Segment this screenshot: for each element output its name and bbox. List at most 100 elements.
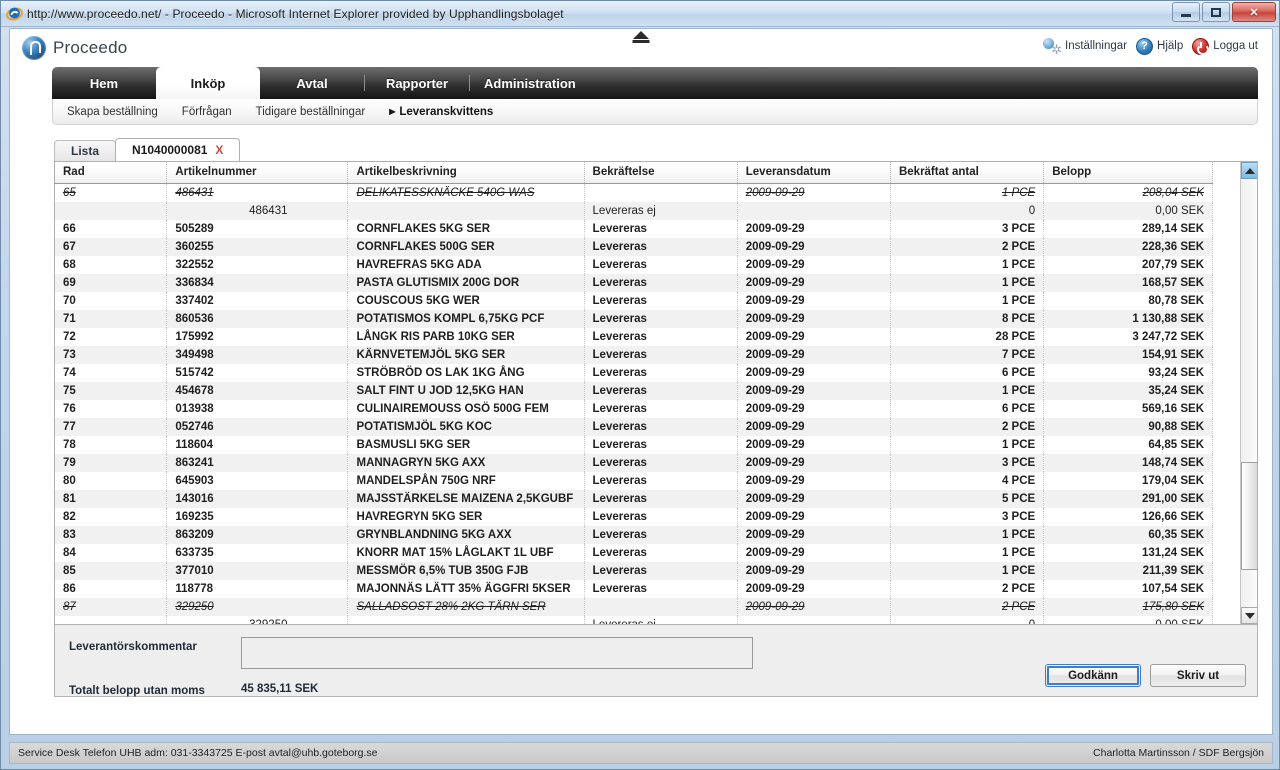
cell-bekraftelse: Levereras: [584, 291, 738, 310]
minimize-button[interactable]: [1172, 2, 1200, 22]
settings-link[interactable]: Inställningar: [1043, 37, 1127, 58]
col-header-bekraftat-antal[interactable]: Bekräftat antal: [890, 162, 1045, 184]
table-row[interactable]: 67 360255 CORNFLAKES 500G SER Levereras 2009…: [55, 237, 1213, 256]
table-row[interactable]: 87 329250 SALLADSOST 28% 2KG TÄRN SER 2009…: [55, 597, 1213, 616]
table-row[interactable]: 82 169235 HAVREGRYN 5KG SER Levereras 2009-0…: [55, 507, 1213, 526]
cell-artikelnummer: 360255: [166, 237, 349, 256]
cell-rad: 86: [55, 579, 168, 598]
cell-leveransdatum: 2009-09-29: [737, 579, 891, 598]
col-header-bekraftelse[interactable]: Bekräftelse: [584, 162, 738, 184]
cell-belopp: 207,79 SEK: [1043, 255, 1213, 274]
cell-leveransdatum: 2009-09-29: [737, 309, 891, 328]
table-row[interactable]: 78 118604 BASMUSLI 5KG SER Levereras 2009-09…: [55, 435, 1213, 454]
table-row[interactable]: 70 337402 COUSCOUS 5KG WER Levereras 2009-09…: [55, 291, 1213, 310]
logout-link[interactable]: Logga ut: [1192, 37, 1258, 55]
close-button[interactable]: ✕: [1232, 2, 1276, 22]
cell-bekraftat-antal: 6 PCE: [890, 399, 1045, 418]
nav-tab-rapporter[interactable]: Rapporter: [365, 67, 469, 99]
table-row[interactable]: 86 118778 MAJONNÄS LÄTT 35% ÄGGFRI 5KSER Le…: [55, 579, 1213, 598]
nav-tab-administration[interactable]: Administration: [470, 67, 590, 99]
cell-artikelbeskrivning: DELIKATESSKNÄCKE 540G WAS: [347, 183, 585, 202]
nav-tab-inkop[interactable]: Inköp: [156, 67, 260, 99]
cell-artikelbeskrivning: SALT FINT U JOD 12,5KG HAN: [347, 381, 585, 400]
nav-tab-avtal[interactable]: Avtal: [260, 67, 364, 99]
col-header-rad[interactable]: Rad: [55, 162, 168, 184]
col-header-belopp[interactable]: Belopp: [1043, 162, 1213, 184]
cell-artikelnummer: 118778: [166, 579, 349, 598]
table-row[interactable]: 65 486431 DELIKATESSKNÄCKE 540G WAS 2009-0…: [55, 183, 1213, 202]
table-row[interactable]: 72 175992 LÅNGK RIS PARB 10KG SER Levereras…: [55, 327, 1213, 346]
maximize-button[interactable]: [1202, 2, 1230, 22]
table-row[interactable]: 73 349498 KÄRNVETEMJÖL 5KG SER Levereras 200…: [55, 345, 1213, 364]
cell-bekraftat-antal: 1 PCE: [890, 381, 1045, 400]
print-button[interactable]: Skriv ut: [1150, 664, 1246, 687]
cell-leveransdatum: 2009-09-29: [737, 237, 891, 256]
cell-artikelnummer: 486431: [166, 183, 349, 202]
grid-vertical-scrollbar[interactable]: [1240, 162, 1257, 624]
approve-button[interactable]: Godkänn: [1045, 664, 1141, 687]
table-row[interactable]: 81 143016 MAJSSTÄRKELSE MAIZENA 2,5KGUBF Le…: [55, 489, 1213, 508]
cell-artikelbeskrivning: POTATISMOS KOMPL 6,75KG PCF: [347, 309, 585, 328]
col-header-leveransdatum[interactable]: Leveransdatum: [737, 162, 891, 184]
cell-rad: 72: [55, 327, 168, 346]
cell-artikelbeskrivning: COUSCOUS 5KG WER: [347, 291, 585, 310]
table-row[interactable]: 75 454678 SALT FINT U JOD 12,5KG HAN Levere…: [55, 381, 1213, 400]
subnav-item-skapa-bestallning[interactable]: Skapa beställning: [67, 106, 158, 118]
col-header-artikelnummer[interactable]: Artikelnummer: [166, 162, 349, 184]
close-icon[interactable]: X: [215, 143, 223, 157]
subnav-item-forfragan[interactable]: Förfrågan: [182, 106, 232, 118]
subnav-item-tidigare-bestallningar[interactable]: Tidigare beställningar: [256, 106, 366, 118]
cell-leveransdatum: 2009-09-29: [737, 561, 891, 580]
cell-artikelbeskrivning: BASMUSLI 5KG SER: [347, 435, 585, 454]
table-row[interactable]: 83 863209 GRYNBLANDNING 5KG AXX Levereras 20…: [55, 525, 1213, 544]
table-row[interactable]: 66 505289 CORNFLAKES 5KG SER Levereras 2009-…: [55, 219, 1213, 238]
table-row[interactable]: 71 860536 POTATISMOS KOMPL 6,75KG PCF Lever…: [55, 309, 1213, 328]
cell-artikelnummer: 863241: [166, 453, 349, 472]
cell-bekraftelse: Levereras: [584, 525, 738, 544]
cell-artikelnummer: 175992: [166, 327, 349, 346]
cell-leveransdatum: 2009-09-29: [737, 219, 891, 238]
doc-tab-lista[interactable]: Lista: [54, 140, 117, 161]
subnav-item-leveranskvittens[interactable]: Leveranskvittens: [389, 106, 493, 118]
nav-tab-hem[interactable]: Hem: [52, 67, 156, 99]
total-label: Totalt belopp utan moms: [69, 685, 205, 697]
table-row[interactable]: 68 322552 HAVREFRAS 5KG ADA Levereras 2009-0…: [55, 255, 1213, 274]
window-title: http://www.proceedo.net/ - Proceedo - Mi…: [27, 6, 564, 21]
cell-bekraftat-antal: 1 PCE: [890, 291, 1045, 310]
table-row[interactable]: 329250 Levereras ej 0 0,00 SEK: [55, 615, 1213, 624]
collapse-triangle-icon[interactable]: [633, 31, 649, 39]
table-row[interactable]: 84 633735 KNORR MAT 15% LÅGLAKT 1L UBF Leve…: [55, 543, 1213, 562]
table-row[interactable]: 77 052746 POTATISMJÖL 5KG KOC Levereras 2009…: [55, 417, 1213, 436]
scroll-down-button[interactable]: [1241, 607, 1257, 624]
cell-bekraftat-antal: 1 PCE: [890, 435, 1045, 454]
doc-tab-n1040000081[interactable]: N1040000081 X: [115, 138, 241, 161]
cell-bekraftelse: Levereras: [584, 399, 738, 418]
scroll-up-button[interactable]: [1241, 162, 1257, 179]
cell-artikelnummer: 013938: [166, 399, 349, 418]
table-row[interactable]: 85 377010 MESSMÖR 6,5% TUB 350G FJB Leverer…: [55, 561, 1213, 580]
cell-belopp: 211,39 SEK: [1043, 561, 1213, 580]
cell-rad: 87: [55, 597, 168, 616]
cell-bekraftat-antal: 2 PCE: [890, 237, 1045, 256]
cell-artikelbeskrivning: GRYNBLANDNING 5KG AXX: [347, 525, 585, 544]
cell-artikelnummer: 169235: [166, 507, 349, 526]
table-row[interactable]: 69 336834 PASTA GLUTISMIX 200G DOR Leverera…: [55, 273, 1213, 292]
cell-rad: 66: [55, 219, 168, 238]
collapse-bar-icon[interactable]: [632, 40, 650, 43]
col-header-artikelbeskrivning[interactable]: Artikelbeskrivning: [347, 162, 585, 184]
cell-artikelbeskrivning: [347, 615, 585, 624]
table-row[interactable]: 74 515742 STRÖBRÖD OS LAK 1KG ÅNG Levereras…: [55, 363, 1213, 382]
table-row[interactable]: 76 013938 CULINAIREMOUSS OSÖ 500G FEM Lever…: [55, 399, 1213, 418]
supplier-comment-input[interactable]: [241, 637, 753, 669]
cell-leveransdatum: 2009-09-29: [737, 471, 891, 490]
brand-logo[interactable]: Proceedo: [22, 36, 127, 60]
help-link[interactable]: ? Hjälp: [1136, 37, 1184, 55]
table-row[interactable]: 79 863241 MANNAGRYN 5KG AXX Levereras 2009-0…: [55, 453, 1213, 472]
content-panel: Lista N1040000081 X Rad Artikelnummer Ar…: [54, 138, 1258, 719]
help-label: Hjälp: [1157, 40, 1184, 52]
cell-bekraftelse: Levereras: [584, 417, 738, 436]
window-controls: ✕: [1172, 2, 1276, 22]
table-row[interactable]: 80 645903 MANDELSPÅN 750G NRF Levereras 2009…: [55, 471, 1213, 490]
table-row[interactable]: 486431 Levereras ej 0 0,00 SEK: [55, 201, 1213, 220]
scrollbar-thumb[interactable]: [1241, 462, 1257, 570]
